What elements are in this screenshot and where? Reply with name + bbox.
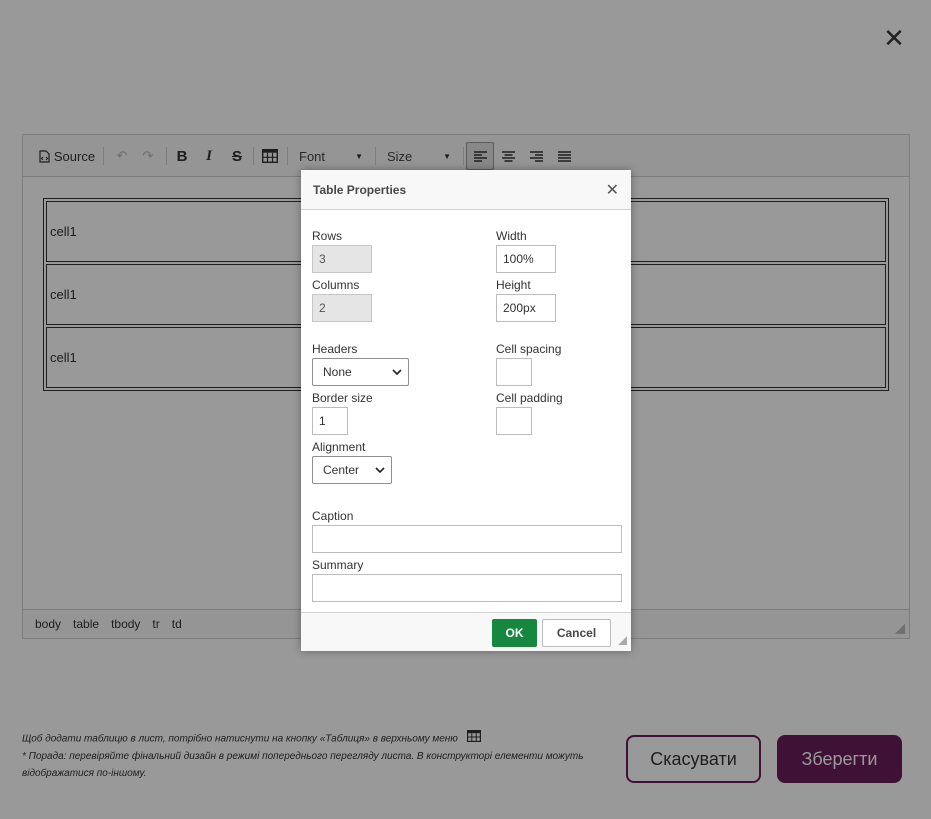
headers-select[interactable]: None <box>312 358 409 386</box>
width-label: Width <box>496 229 527 243</box>
height-field[interactable]: 200px <box>496 294 556 322</box>
dialog-title: Table Properties <box>301 170 631 210</box>
rows-label: Rows <box>312 229 343 243</box>
cell-spacing-field[interactable] <box>496 358 532 386</box>
height-label: Height <box>496 278 531 292</box>
cell-padding-label: Cell padding <box>496 391 563 405</box>
rows-field: 3 <box>312 245 372 273</box>
border-size-label: Border size <box>312 391 373 405</box>
alignment-select-value: Center <box>323 463 360 477</box>
columns-label: Columns <box>312 278 360 292</box>
alignment-label: Alignment <box>312 440 366 454</box>
alignment-select[interactable]: Center <box>312 456 392 484</box>
table-properties-dialog: Table Properties ✕ Rows 3 Width 100% Col… <box>301 170 631 651</box>
dialog-cancel-button[interactable]: Cancel <box>542 619 611 647</box>
chevron-down-icon <box>375 467 385 473</box>
caption-field[interactable] <box>312 525 622 553</box>
dialog-footer: OK Cancel <box>301 612 631 651</box>
headers-label: Headers <box>312 342 358 356</box>
border-size-field[interactable]: 1 <box>312 407 348 435</box>
headers-select-value: None <box>323 365 352 379</box>
summary-label: Summary <box>312 558 364 572</box>
cell-padding-field[interactable] <box>496 407 532 435</box>
page: Source ↶ ↷ B I S Font ▼ Size ▼ cell1 cel… <box>0 0 931 819</box>
chevron-down-icon <box>392 369 402 375</box>
cell-spacing-label: Cell spacing <box>496 342 562 356</box>
resize-handle-icon[interactable] <box>618 636 627 645</box>
columns-field: 2 <box>312 294 372 322</box>
ok-button[interactable]: OK <box>492 619 537 647</box>
close-icon[interactable]: ✕ <box>880 24 908 52</box>
caption-label: Caption <box>312 509 354 523</box>
width-field[interactable]: 100% <box>496 245 556 273</box>
close-icon[interactable]: ✕ <box>606 180 619 200</box>
summary-field[interactable] <box>312 574 622 602</box>
